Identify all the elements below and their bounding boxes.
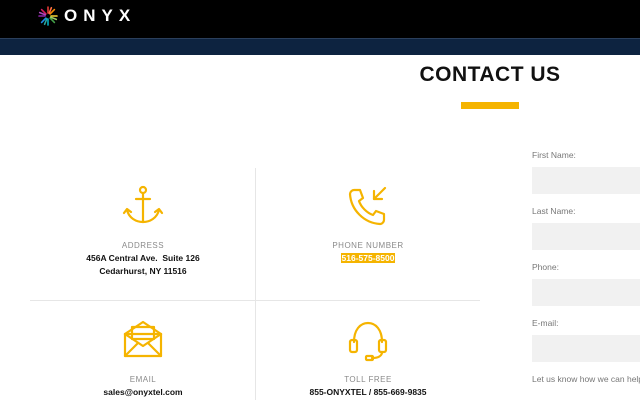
address-card: ADDRESS 456A Central Ave. Suite 126 Ceda… — [31, 184, 255, 278]
brand-name: ONYX — [64, 6, 137, 25]
address-line-2: Cedarhurst, NY 11516 — [99, 266, 187, 276]
email-input[interactable] — [532, 335, 640, 362]
last-name-input[interactable] — [532, 223, 640, 250]
tollfree-value[interactable]: 855-ONYXTEL / 855-669-9835 — [256, 386, 480, 399]
email-card: EMAIL sales@onyxtel.com — [31, 318, 255, 399]
phone-field-label: Phone: — [532, 262, 559, 272]
email-field-label: E-mail: — [532, 318, 559, 328]
anchor-icon — [122, 185, 164, 224]
phone-number-link[interactable]: 516-575-8500 — [340, 253, 396, 263]
horizontal-divider — [30, 300, 480, 301]
phone-card: PHONE NUMBER 516-575-8500 — [256, 184, 480, 265]
phone-value[interactable]: 516-575-8500 — [256, 252, 480, 265]
envelope-icon — [123, 320, 163, 358]
tollfree-label: TOLL FREE — [344, 375, 392, 384]
top-bar: ONYX — [0, 0, 640, 38]
last-name-label: Last Name: — [532, 206, 576, 216]
phone-input[interactable] — [532, 279, 640, 306]
first-name-label: First Name: — [532, 150, 576, 160]
email-label: EMAIL — [129, 375, 157, 384]
address-line-1: 456A Central Ave. Suite 126 — [86, 253, 200, 263]
message-label: Let us know how we can help — [532, 374, 640, 384]
contact-form: First Name: Last Name: Phone: E-mail: Le… — [532, 150, 640, 384]
brand-logo[interactable]: ONYX — [38, 6, 136, 26]
phone-label: PHONE NUMBER — [332, 241, 404, 250]
headset-icon — [348, 321, 388, 362]
phone-incoming-icon — [348, 186, 387, 226]
nav-bar — [0, 38, 640, 55]
starburst-logo-icon — [38, 6, 58, 26]
page-title: CONTACT US — [419, 63, 561, 86]
tollfree-card: TOLL FREE 855-ONYXTEL / 855-669-9835 — [256, 318, 480, 399]
address-label: ADDRESS — [121, 241, 165, 250]
email-value[interactable]: sales@onyxtel.com — [31, 386, 255, 399]
first-name-input[interactable] — [532, 167, 640, 194]
title-underline — [461, 102, 519, 109]
